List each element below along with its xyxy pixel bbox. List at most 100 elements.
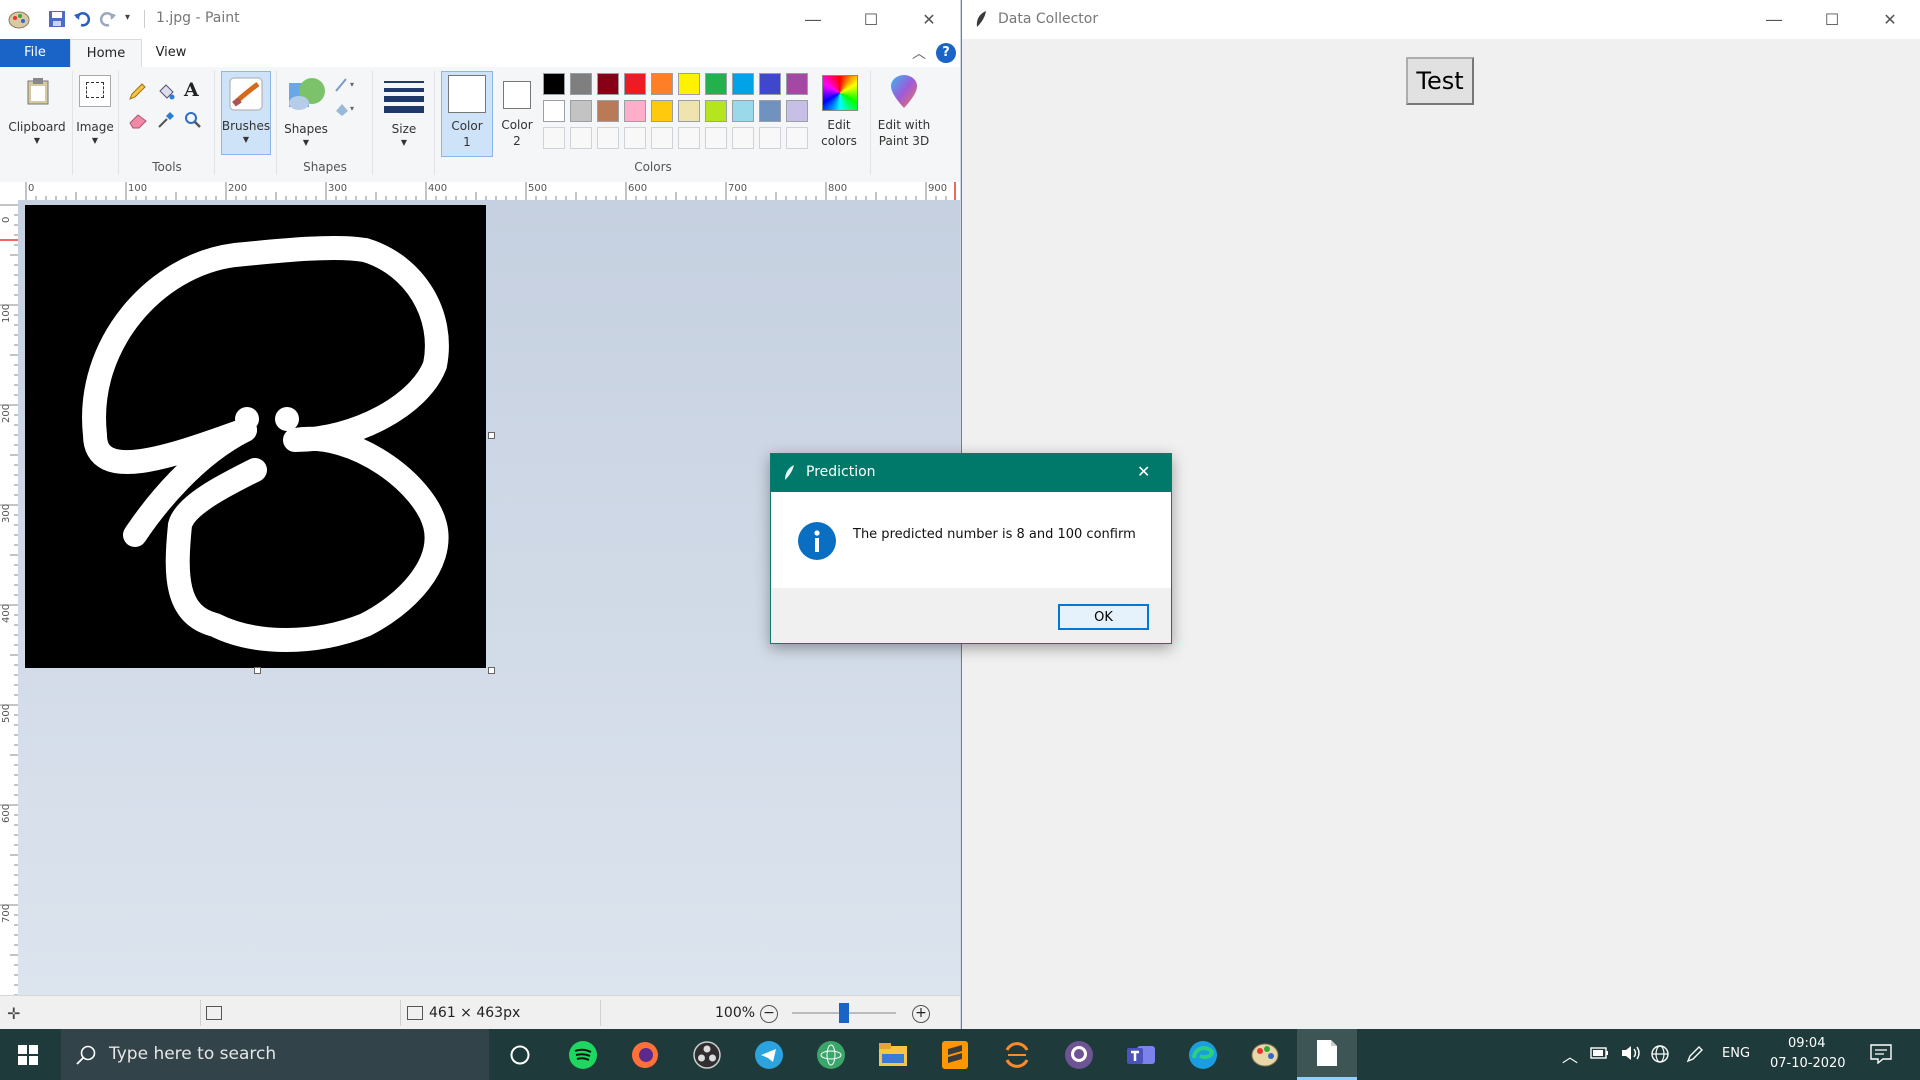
clock-date[interactable]: 07-10-2020 <box>1770 1056 1846 1071</box>
palette-empty-swatch[interactable] <box>786 127 808 149</box>
palette-swatch[interactable] <box>624 100 646 122</box>
palette-swatch[interactable] <box>651 73 673 95</box>
outline-icon[interactable]: ▾ <box>334 77 364 93</box>
zoom-in-icon[interactable]: + <box>912 1005 930 1023</box>
dialog-close-icon[interactable]: ✕ <box>1137 462 1150 481</box>
shapes-icon <box>286 73 328 113</box>
spotify-icon[interactable] <box>553 1029 613 1080</box>
edit-colors-button[interactable]: Edit colors <box>813 71 865 155</box>
maximize-button[interactable]: ☐ <box>842 0 900 39</box>
telegram-icon[interactable] <box>739 1029 799 1080</box>
battery-icon[interactable] <box>1590 1046 1610 1060</box>
palette-empty-swatch[interactable] <box>543 127 565 149</box>
volume-icon[interactable] <box>1620 1044 1642 1062</box>
save-icon[interactable] <box>48 10 66 28</box>
palette-swatch[interactable] <box>597 73 619 95</box>
edge-icon[interactable] <box>1173 1029 1233 1080</box>
palette-swatch[interactable] <box>786 73 808 95</box>
palette-swatch[interactable] <box>705 100 727 122</box>
palette-empty-swatch[interactable] <box>597 127 619 149</box>
palette-empty-swatch[interactable] <box>570 127 592 149</box>
tab-view[interactable]: View <box>148 39 194 67</box>
ok-button[interactable]: OK <box>1058 604 1149 630</box>
atom-icon[interactable] <box>801 1029 861 1080</box>
palette-swatch[interactable] <box>543 73 565 95</box>
pen-workspace-icon[interactable] <box>1685 1044 1705 1064</box>
show-hidden-icons-icon[interactable]: ︿ <box>1562 1043 1578 1067</box>
palette-swatch[interactable] <box>597 100 619 122</box>
minimize-button[interactable]: ― <box>784 0 842 39</box>
collapse-ribbon-icon[interactable]: ︿ <box>912 43 926 63</box>
notifications-icon[interactable] <box>1870 1044 1892 1064</box>
paint-taskbar-icon[interactable] <box>1235 1029 1295 1080</box>
drawing-canvas[interactable] <box>25 205 486 668</box>
palette-swatch[interactable] <box>759 100 781 122</box>
palette-empty-swatch[interactable] <box>651 127 673 149</box>
palette-swatch[interactable] <box>570 73 592 95</box>
image-button[interactable]: Image ▼ <box>76 69 114 153</box>
taskbar-search-box[interactable]: Type here to search <box>61 1029 489 1080</box>
palette-swatch[interactable] <box>759 73 781 95</box>
palette-swatch[interactable] <box>678 73 700 95</box>
clipboard-button[interactable]: Clipboard ▼ <box>6 69 68 153</box>
palette-swatch[interactable] <box>570 100 592 122</box>
customize-toolbar-icon[interactable]: ▾ <box>125 12 130 23</box>
palette-empty-swatch[interactable] <box>624 127 646 149</box>
ruler-tick-label: 600 <box>628 183 648 194</box>
teams-icon[interactable] <box>1111 1029 1171 1080</box>
eclipse-icon[interactable] <box>987 1029 1047 1080</box>
undo-icon[interactable] <box>73 10 91 28</box>
resize-handle[interactable] <box>254 667 261 674</box>
text-icon[interactable]: A <box>184 79 199 101</box>
file-explorer-icon[interactable] <box>863 1029 923 1080</box>
windows-start-icon[interactable] <box>18 1045 38 1065</box>
minimize-button[interactable]: ― <box>1745 0 1803 39</box>
network-globe-icon[interactable] <box>1650 1044 1670 1064</box>
close-button[interactable]: ✕ <box>900 0 958 39</box>
color2-button[interactable]: Color 2 <box>496 71 538 155</box>
tab-home[interactable]: Home <box>70 39 142 68</box>
eraser-icon[interactable] <box>128 111 148 129</box>
cortana-icon[interactable] <box>490 1029 550 1080</box>
palette-swatch[interactable] <box>705 73 727 95</box>
close-button[interactable]: ✕ <box>1861 0 1919 39</box>
palette-swatch[interactable] <box>624 73 646 95</box>
help-icon[interactable]: ? <box>936 43 956 63</box>
shape-fill-icon[interactable]: ▾ <box>334 101 364 117</box>
shapes-button[interactable]: Shapes ▼ <box>282 71 330 153</box>
sublime-text-icon[interactable] <box>925 1029 985 1080</box>
tab-file[interactable]: File <box>0 39 70 67</box>
palette-swatch[interactable] <box>732 73 754 95</box>
test-button[interactable]: Test <box>1406 57 1474 105</box>
palette-empty-swatch[interactable] <box>678 127 700 149</box>
resize-handle[interactable] <box>488 667 495 674</box>
zoom-out-icon[interactable]: − <box>760 1005 778 1023</box>
obs-icon[interactable] <box>677 1029 737 1080</box>
palette-swatch[interactable] <box>732 100 754 122</box>
palette-swatch[interactable] <box>678 100 700 122</box>
redo-icon[interactable] <box>99 10 117 28</box>
maximize-button[interactable]: ☐ <box>1803 0 1861 39</box>
palette-empty-swatch[interactable] <box>705 127 727 149</box>
input-language[interactable]: ENG <box>1722 1046 1750 1061</box>
github-desktop-icon[interactable] <box>1049 1029 1109 1080</box>
palette-swatch[interactable] <box>543 100 565 122</box>
brushes-button[interactable]: Brushes ▼ <box>221 71 271 155</box>
pencil-icon[interactable] <box>128 83 146 101</box>
ruler-tick-label: 500 <box>528 183 548 194</box>
notepad-icon[interactable] <box>1297 1029 1357 1080</box>
edit-with-paint3d-button[interactable]: Edit with Paint 3D <box>874 71 934 155</box>
firefox-icon[interactable] <box>615 1029 675 1080</box>
palette-empty-swatch[interactable] <box>759 127 781 149</box>
palette-swatch[interactable] <box>786 100 808 122</box>
fill-icon[interactable] <box>157 83 175 101</box>
magnifier-icon[interactable] <box>184 111 202 129</box>
color-picker-icon[interactable] <box>157 111 175 129</box>
resize-handle[interactable] <box>488 432 495 439</box>
zoom-slider-thumb[interactable] <box>839 1003 849 1023</box>
palette-empty-swatch[interactable] <box>732 127 754 149</box>
palette-swatch[interactable] <box>651 100 673 122</box>
color1-button[interactable]: Color 1 <box>441 71 493 157</box>
size-button[interactable]: Size ▼ <box>378 71 430 155</box>
clock-time[interactable]: 09:04 <box>1788 1036 1825 1051</box>
